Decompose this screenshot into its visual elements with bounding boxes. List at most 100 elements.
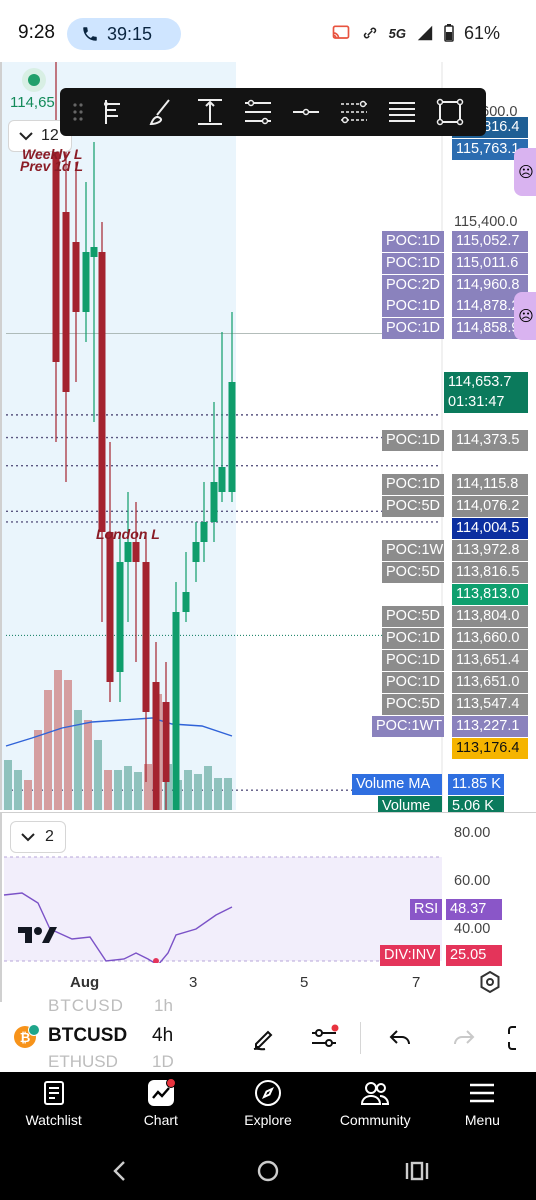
prev-1d-low-annotation: Prev 1d L	[20, 158, 84, 174]
price-range-button[interactable]	[186, 88, 234, 136]
poc-label: 113,660.0	[452, 628, 528, 649]
brush-icon	[149, 99, 170, 126]
nav-watchlist[interactable]: Watchlist	[0, 1072, 107, 1140]
time-label-3: 3	[189, 974, 198, 991]
nav-watchlist-label: Watchlist	[25, 1112, 82, 1128]
link-icon	[363, 27, 376, 39]
rsi-indicator-count: 2	[45, 828, 54, 845]
london-low-annotation: London L	[96, 526, 160, 542]
sliders-icon	[312, 1024, 339, 1047]
ghost-interval-top: 1h	[154, 996, 173, 1015]
volume-ma-tag: Volume MA	[352, 774, 442, 795]
poc-label: 113,227.1	[452, 716, 528, 737]
auto-scale-button[interactable]	[478, 970, 504, 996]
drawing-toolbar[interactable]	[60, 88, 486, 136]
candle-body	[228, 382, 236, 492]
volume-bar	[114, 770, 122, 810]
symbol-name[interactable]: BTCUSD	[48, 1025, 127, 1047]
alert-sad-icon[interactable]: ☹	[514, 148, 536, 196]
poc-label: 113,813.0	[452, 584, 528, 605]
redo-icon	[454, 1030, 475, 1045]
nav-explore[interactable]: Explore	[214, 1072, 321, 1140]
candle-body	[172, 612, 180, 810]
time-label-5: 5	[300, 974, 309, 991]
poc-label: 113,176.4	[452, 738, 528, 759]
tradingview-logo[interactable]	[16, 923, 58, 950]
price-range-icon	[198, 99, 222, 125]
drawing-tools-button[interactable]	[246, 1020, 282, 1056]
rsi-axis-40: 40.00	[454, 921, 491, 937]
recents-icon	[405, 1161, 429, 1181]
interval-selector[interactable]: 4h	[152, 1025, 173, 1047]
system-home-button[interactable]	[253, 1156, 283, 1186]
candle-body	[192, 542, 200, 562]
poc-label: 113,972.8	[452, 540, 528, 561]
nav-menu[interactable]: Menu	[429, 1072, 536, 1140]
community-icon	[360, 1078, 390, 1108]
toolbar-drag-handle[interactable]	[66, 88, 90, 136]
nav-chart[interactable]: Chart	[107, 1072, 214, 1140]
call-timer-pill[interactable]: 39:15	[67, 18, 181, 50]
fib-tool-button[interactable]	[90, 88, 138, 136]
poc-tag: POC:2D	[382, 275, 444, 296]
rsi-band	[4, 857, 442, 961]
system-back-button[interactable]	[104, 1156, 134, 1186]
nav-community[interactable]: Community	[322, 1072, 429, 1140]
poc-label: 113,816.5	[452, 562, 528, 583]
candle-body	[152, 682, 160, 810]
candle-body	[90, 247, 98, 257]
candle-body	[62, 212, 70, 392]
poc-tag: POC:5D	[382, 694, 444, 715]
poc-tag: POC:5D	[382, 496, 444, 517]
candle-body	[106, 532, 114, 682]
poc-label: 114,004.5	[452, 518, 528, 539]
candle-body	[82, 252, 90, 312]
volume-bar	[24, 780, 32, 810]
volume-bar	[104, 770, 112, 810]
toolbar-divider	[360, 1022, 361, 1054]
horizontal-line-icon	[293, 108, 319, 116]
market-status-icon[interactable]	[22, 68, 46, 92]
parallel-channel-button[interactable]	[234, 88, 282, 136]
symbol-toolbar[interactable]: BTCUSD 1h ₿ BTCUSD 4h ETHUSD 1D	[0, 996, 536, 1072]
watchlist-icon	[39, 1078, 69, 1108]
ghost-interval-bottom: 1D	[152, 1052, 174, 1071]
poc-tag: POC:5D	[382, 562, 444, 583]
system-navigation[interactable]	[0, 1140, 536, 1200]
volume-bar	[84, 720, 92, 810]
status-icons: 5G 61%	[331, 18, 536, 48]
undo-button[interactable]	[382, 1020, 418, 1056]
chart-icon	[146, 1078, 176, 1108]
poc-tag: POC:1D	[382, 318, 444, 339]
regression-channel-button[interactable]	[330, 88, 378, 136]
multi-line-button[interactable]	[378, 88, 426, 136]
status-bar: 9:28 39:15 5G 61%	[0, 0, 536, 64]
network-type: 5G	[388, 25, 406, 41]
volume-bar	[204, 766, 212, 810]
poc-tag: POC:1D	[382, 628, 444, 649]
tradingview-icon	[18, 927, 57, 943]
price-axis-tick-1: 115,400.0	[454, 214, 518, 230]
fullscreen-button[interactable]	[504, 1020, 536, 1056]
volume-bar	[194, 774, 202, 810]
rsi-collapse-button[interactable]: 2	[10, 821, 66, 853]
system-recents-button[interactable]	[402, 1156, 432, 1186]
price-chart[interactable]: 115,600.0115,400.0114,200.0115,816.4115,…	[0, 62, 536, 893]
indicators-button[interactable]	[306, 1020, 342, 1056]
brush-tool-button[interactable]	[138, 88, 186, 136]
poc-tag: POC:1D	[382, 672, 444, 693]
redo-button[interactable]	[446, 1020, 482, 1056]
chevron-down-icon	[21, 833, 35, 842]
alert-sad-icon[interactable]: ☹	[514, 292, 536, 340]
bottom-navigation[interactable]: Watchlist Chart Explore Community Menu	[0, 1072, 536, 1140]
signal-icon	[417, 25, 433, 41]
candle-body	[124, 542, 132, 562]
rectangle-tool-button[interactable]	[426, 88, 474, 136]
candle-body	[142, 562, 150, 712]
undo-icon	[389, 1030, 410, 1045]
candle-body	[218, 467, 226, 492]
rectangle-icon	[436, 98, 464, 126]
volume-bar	[124, 766, 132, 810]
horizontal-line-button[interactable]	[282, 88, 330, 136]
ghost-symbol-bottom: ETHUSD	[48, 1052, 118, 1071]
